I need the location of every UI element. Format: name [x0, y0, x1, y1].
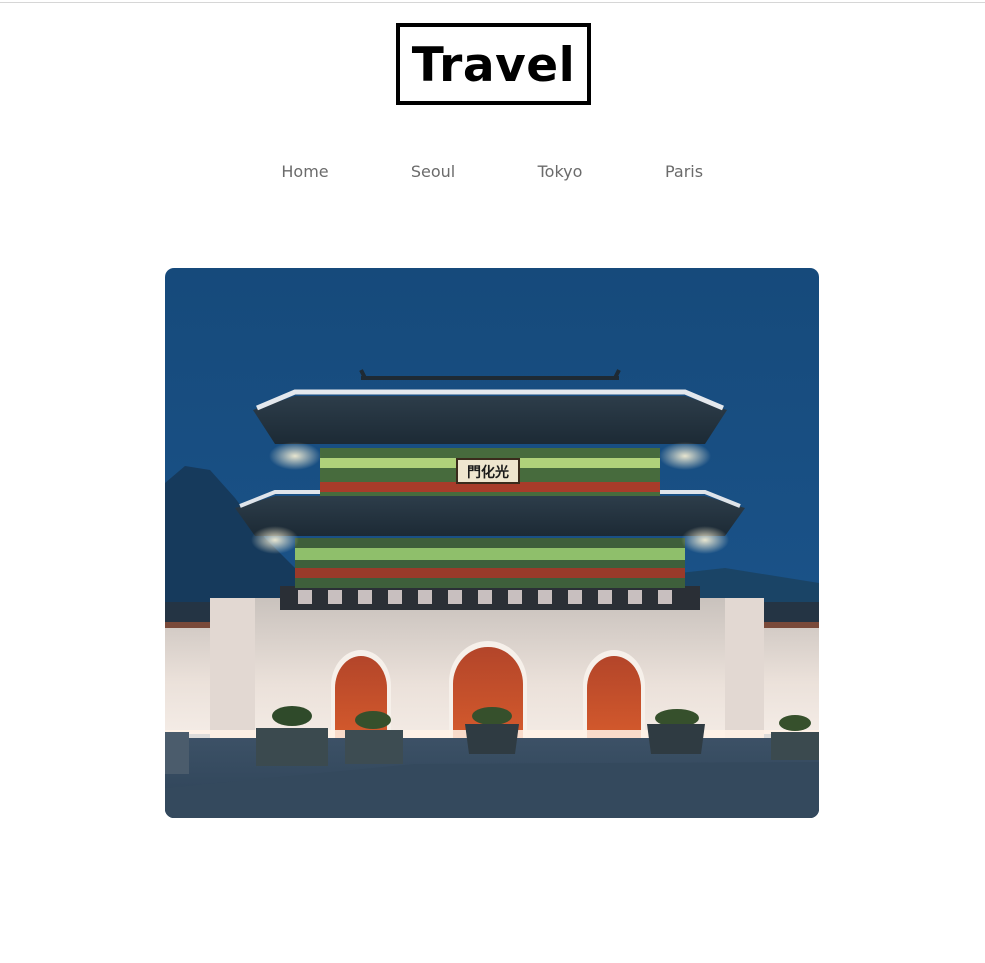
logo-text: Travel	[411, 37, 576, 93]
top-divider	[0, 2, 985, 3]
nav-tokyo[interactable]: Tokyo	[538, 158, 583, 186]
hero-image: 門化光	[165, 268, 819, 818]
nav-seoul[interactable]: Seoul	[411, 158, 455, 186]
gate-sign-text: 門化光	[467, 464, 509, 481]
main-nav: Home Seoul Tokyo Paris	[0, 158, 985, 186]
nav-paris[interactable]: Paris	[665, 158, 703, 186]
site-logo[interactable]: Travel	[396, 23, 591, 105]
nav-home[interactable]: Home	[281, 158, 328, 186]
